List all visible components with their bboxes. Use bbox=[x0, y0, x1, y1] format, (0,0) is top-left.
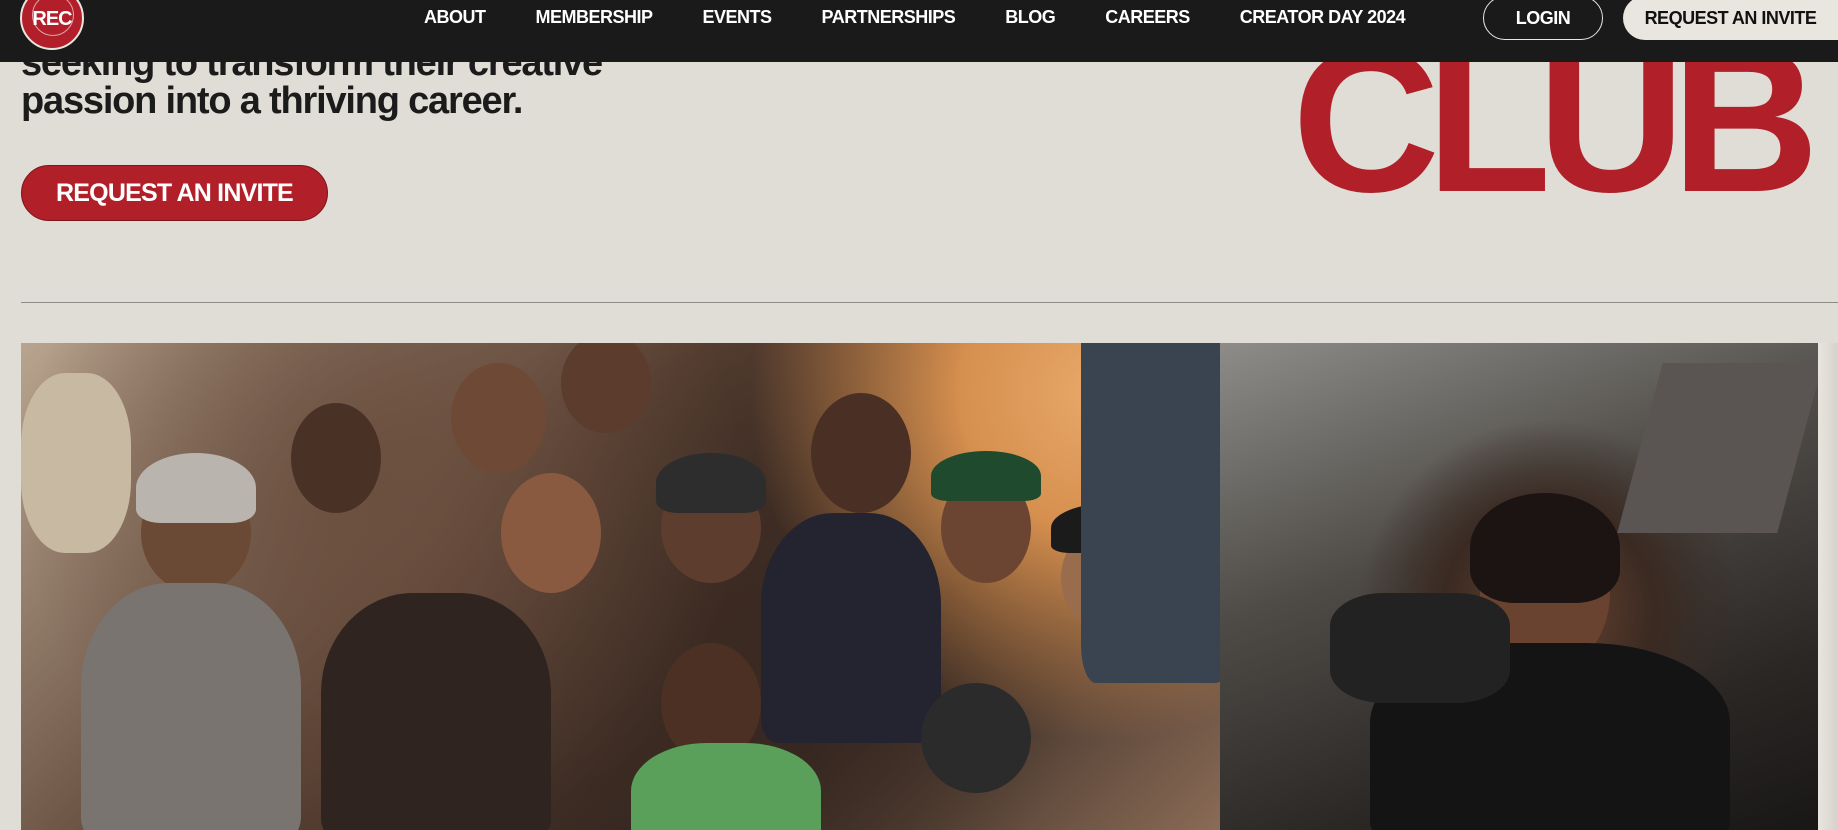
jacket-shape bbox=[321, 593, 551, 830]
window-shape bbox=[1081, 343, 1220, 683]
face-shape bbox=[451, 363, 546, 473]
nav-about[interactable]: ABOUT bbox=[424, 7, 486, 28]
nav-careers[interactable]: CAREERS bbox=[1105, 7, 1190, 28]
nav-creator-day[interactable]: CREATOR DAY 2024 bbox=[1240, 7, 1406, 28]
request-invite-nav-button[interactable]: REQUEST AN INVITE bbox=[1623, 0, 1838, 40]
hoodie-shape bbox=[81, 583, 301, 830]
beanie-shape bbox=[656, 453, 766, 513]
nav-membership[interactable]: MEMBERSHIP bbox=[536, 7, 654, 28]
login-button[interactable]: LOGIN bbox=[1483, 0, 1603, 40]
rec-logo[interactable]: REC bbox=[20, 0, 84, 50]
cap-shape bbox=[931, 451, 1041, 501]
nav-partnerships[interactable]: PARTNERSHIPS bbox=[822, 7, 956, 28]
crowd-photo bbox=[21, 343, 1220, 830]
person-shape bbox=[21, 373, 131, 553]
green-jacket-shape bbox=[631, 743, 821, 830]
photo-edge bbox=[1818, 343, 1838, 830]
beanie-shape bbox=[921, 683, 1031, 793]
photographer-photo bbox=[1220, 343, 1818, 830]
hoodie-shape bbox=[761, 513, 941, 743]
beanie-shape bbox=[136, 453, 256, 523]
hair-shape bbox=[1470, 493, 1620, 603]
top-nav: REC ABOUT MEMBERSHIP EVENTS PARTNERSHIPS… bbox=[0, 0, 1838, 62]
face-shape bbox=[501, 473, 601, 593]
request-invite-hero-button[interactable]: REQUEST AN INVITE bbox=[21, 165, 328, 221]
wall-shape bbox=[1617, 363, 1818, 533]
logo-text: REC bbox=[32, 8, 72, 30]
face-shape bbox=[811, 393, 911, 513]
nav-links: ABOUT MEMBERSHIP EVENTS PARTNERSHIPS BLO… bbox=[424, 0, 1406, 34]
face-shape bbox=[291, 403, 381, 513]
camera-icon bbox=[1330, 593, 1510, 703]
nav-blog[interactable]: BLOG bbox=[1005, 7, 1056, 28]
section-divider bbox=[21, 302, 1838, 303]
nav-events[interactable]: EVENTS bbox=[703, 7, 773, 28]
face-shape bbox=[561, 343, 651, 433]
